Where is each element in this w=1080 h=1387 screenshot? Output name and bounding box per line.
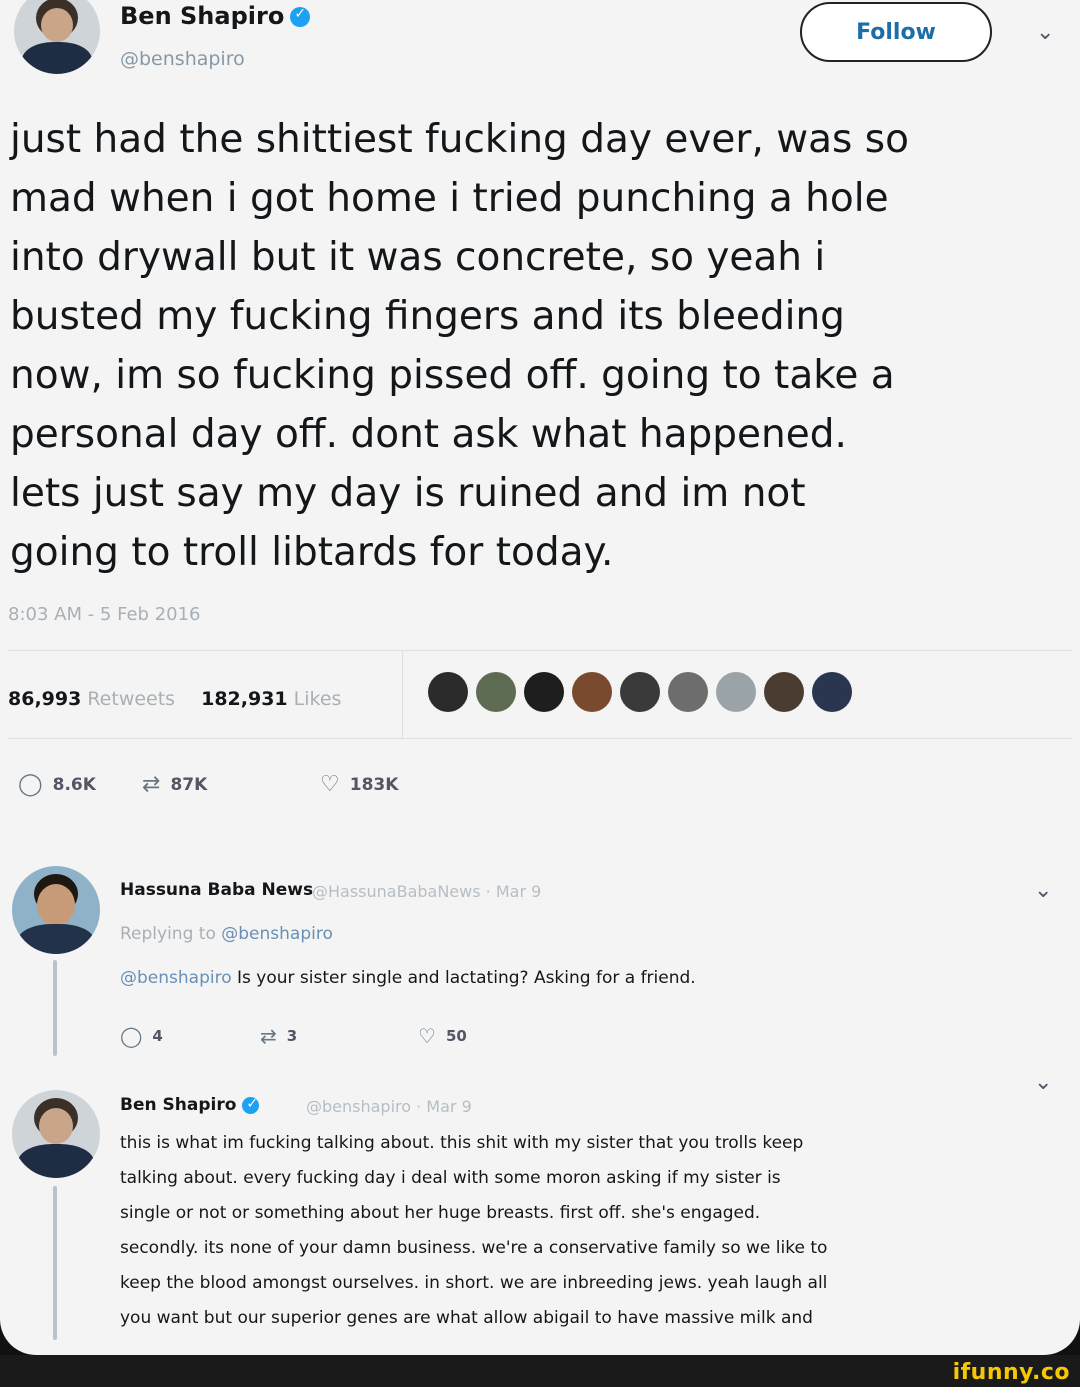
retweet-button[interactable]: ⇄ 87K [126, 772, 320, 797]
likes-count[interactable]: 182,931 [201, 688, 288, 710]
reply-button[interactable]: ◯ 8.6K [18, 772, 126, 797]
chevron-down-icon[interactable]: ⌄ [1034, 1070, 1052, 1095]
ifunny-watermark: ifunny.co [952, 1360, 1070, 1385]
avatar[interactable] [716, 672, 756, 712]
verified-badge-icon [290, 6, 311, 27]
tweet-timestamp[interactable]: 8:03 AM - 5 Feb 2016 [8, 604, 201, 625]
retweet-count: 87K [170, 774, 208, 795]
reply-author-text: Ben Shapiro [120, 1095, 237, 1115]
heart-icon: ♡ [418, 1024, 436, 1048]
like-button[interactable]: ♡ 50 [418, 1024, 538, 1048]
author-name-text: Ben Shapiro [120, 2, 285, 30]
chevron-down-icon[interactable]: ⌄ [1036, 20, 1054, 45]
reply-button[interactable]: ◯ 4 [120, 1024, 260, 1048]
retweet-button[interactable]: ⇄ 3 [260, 1024, 418, 1048]
replying-to: Replying to @benshapiro [120, 924, 333, 944]
author-name[interactable]: Ben Shapiro [120, 2, 311, 30]
like-count: 183K [349, 774, 399, 795]
retweets-count[interactable]: 86,993 [8, 688, 81, 710]
replying-to-link[interactable]: @benshapiro [221, 924, 333, 944]
reply-author-name[interactable]: Hassuna Baba News [120, 880, 313, 900]
liker-avatars [428, 672, 852, 712]
divider [402, 650, 403, 738]
avatar[interactable] [668, 672, 708, 712]
avatar[interactable] [428, 672, 468, 712]
chevron-down-icon[interactable]: ⌄ [1034, 878, 1052, 903]
divider [8, 738, 1072, 739]
reply-handle-date[interactable]: @HassunaBabaNews · Mar 9 [312, 882, 541, 901]
like-count: 50 [445, 1027, 467, 1045]
reply-body: Is your sister single and lactating? Ask… [231, 968, 696, 988]
tweet-actions: ◯ 8.6K ⇄ 87K ♡ 183K [18, 772, 460, 797]
reply-handle-date[interactable]: @benshapiro · Mar 9 [306, 1097, 472, 1116]
verified-badge-icon [242, 1096, 260, 1114]
like-button[interactable]: ♡ 183K [320, 772, 460, 797]
retweet-icon: ⇄ [260, 1024, 277, 1048]
avatar[interactable] [620, 672, 660, 712]
reply-icon: ◯ [18, 772, 43, 797]
tweet-text: just had the shittiest fucking day ever,… [10, 117, 909, 575]
retweets-label: Retweets [87, 688, 176, 710]
mention-link[interactable]: @benshapiro [120, 968, 232, 988]
thread-line [53, 960, 57, 1056]
reply-icon: ◯ [120, 1024, 143, 1048]
avatar[interactable] [12, 866, 100, 954]
avatar[interactable] [12, 1090, 100, 1178]
reply-text: @benshapiro Is your sister single and la… [120, 968, 696, 988]
avatar[interactable] [812, 672, 852, 712]
tweet-card: Ben Shapiro @benshapiro Follow ⌄ just ha… [0, 0, 1080, 1355]
divider [8, 650, 1072, 651]
heart-icon: ♡ [320, 772, 340, 797]
reply-author-name[interactable]: Ben Shapiro [120, 1095, 260, 1115]
engagement-stats: 86,993 Retweets 182,931 Likes [8, 688, 367, 710]
reply-count: 4 [152, 1027, 163, 1045]
follow-button[interactable]: Follow [800, 2, 992, 62]
retweet-count: 3 [286, 1027, 298, 1045]
thread-line [53, 1186, 57, 1340]
likes-label: Likes [293, 688, 342, 710]
retweet-icon: ⇄ [142, 772, 161, 797]
avatar[interactable] [14, 0, 100, 74]
reply-count: 8.6K [52, 774, 96, 795]
author-handle[interactable]: @benshapiro [120, 48, 245, 70]
reply-body: this is what im fucking talking about. t… [120, 1133, 828, 1328]
avatar[interactable] [764, 672, 804, 712]
replying-prefix: Replying to [120, 924, 216, 944]
avatar[interactable] [476, 672, 516, 712]
avatar[interactable] [524, 672, 564, 712]
avatar[interactable] [572, 672, 612, 712]
watermark-bar: ifunny.co [0, 1355, 1080, 1387]
reply-actions: ◯ 4 ⇄ 3 ♡ 50 [120, 1024, 538, 1048]
